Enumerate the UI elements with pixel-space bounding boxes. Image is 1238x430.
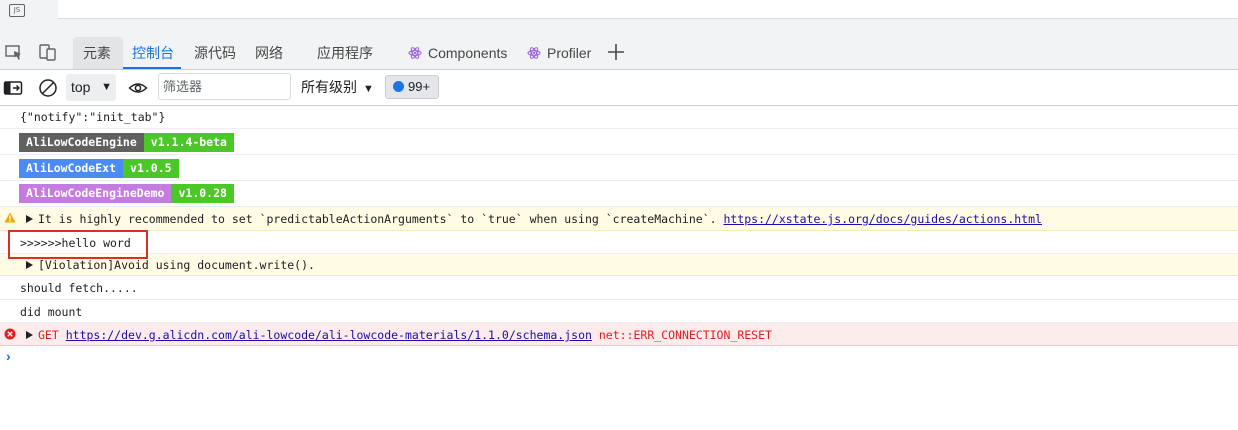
log-text: did mount [20, 305, 83, 319]
schema-link[interactable]: https://dev.g.alicdn.com/ali-lowcode/ali… [66, 328, 592, 342]
expand-triangle-icon[interactable] [26, 215, 33, 223]
context-selector[interactable]: top ▼ [66, 74, 116, 101]
js-file-icon: JS [9, 4, 25, 17]
tab-components-label: Components [428, 45, 508, 61]
badge-name: AliLowCodeExt [19, 159, 124, 178]
chevron-down-icon: ▼ [101, 81, 112, 93]
badge-version: v1.0.28 [171, 184, 234, 203]
console-message: did mount [0, 300, 1238, 323]
violation-text: [Violation]Avoid using document.write(). [38, 258, 315, 272]
tab-sources[interactable]: 源代码 [194, 37, 236, 69]
badge-version: v1.1.4-beta [143, 133, 234, 152]
console-messages: {"notify":"init_tab"} AliLowCodeEngine v1… [0, 106, 1238, 346]
add-tab-plus-icon[interactable] [606, 43, 626, 61]
console-warning: It is highly recommended to set `predict… [0, 207, 1238, 231]
console-message: AliLowCodeEngineDemo v1.0.28 [0, 181, 1238, 207]
message-bubble-icon [393, 81, 404, 92]
log-levels-label: 所有级别 [301, 79, 357, 95]
filter-input[interactable] [158, 73, 291, 100]
console-error: GET https://dev.g.alicdn.com/ali-lowcode… [0, 323, 1238, 346]
log-levels-dropdown[interactable]: 所有级别 ▼ [301, 74, 374, 101]
violation-message[interactable]: [Violation]Avoid using document.write(). [26, 258, 315, 272]
log-text: {"notify":"init_tab"} [20, 110, 166, 124]
version-badge: AliLowCodeEngineDemo v1.0.28 [19, 184, 234, 203]
console-prompt-caret-icon[interactable]: › [6, 348, 11, 364]
page-viewport-strip: JS [0, 0, 1238, 34]
version-badge: AliLowCodeEngine v1.1.4-beta [19, 133, 234, 152]
badge-version: v1.0.5 [123, 159, 179, 178]
console-message: should fetch..... [0, 276, 1238, 300]
inspect-element-icon[interactable] [4, 43, 24, 61]
live-expression-eye-icon[interactable] [128, 78, 148, 98]
docs-link[interactable]: https://xstate.js.org/docs/guides/action… [723, 212, 1042, 226]
console-message: AliLowCodeEngine v1.1.4-beta [0, 129, 1238, 155]
devtools-tabbar: 元素 控制台 源代码 网络 应用程序 Components Profiler [0, 34, 1238, 70]
expand-triangle-icon[interactable] [26, 261, 33, 269]
page-content-area [58, 0, 1238, 19]
tab-elements[interactable]: 元素 [73, 37, 123, 69]
warning-icon [4, 212, 16, 226]
issues-button[interactable]: 99+ [385, 75, 439, 99]
version-badge: AliLowCodeExt v1.0.5 [19, 159, 179, 178]
console-message: AliLowCodeExt v1.0.5 [0, 155, 1238, 181]
error-icon [4, 328, 16, 343]
warning-text: It is highly recommended to set `predict… [38, 212, 717, 226]
chevron-down-icon: ▼ [363, 83, 374, 95]
error-suffix: net::ERR_CONNECTION_RESET [598, 328, 772, 342]
tab-profiler[interactable]: Profiler [527, 37, 591, 69]
device-toolbar-icon[interactable] [38, 43, 58, 61]
expand-triangle-icon[interactable] [26, 331, 33, 339]
react-icon [527, 47, 541, 59]
console-message: >>>>>>hello word [0, 231, 1238, 254]
tab-application[interactable]: 应用程序 [317, 37, 373, 69]
badge-name: AliLowCodeEngineDemo [19, 184, 172, 203]
warning-message[interactable]: It is highly recommended to set `predict… [26, 212, 1042, 226]
tab-console[interactable]: 控制台 [123, 37, 181, 69]
log-text: should fetch..... [20, 281, 138, 295]
tab-components[interactable]: Components [408, 37, 507, 69]
console-message: {"notify":"init_tab"} [0, 106, 1238, 129]
react-icon [408, 47, 422, 59]
console-warning: [Violation]Avoid using document.write(). [0, 254, 1238, 276]
context-value: top [71, 79, 91, 95]
tab-network[interactable]: 网络 [255, 37, 283, 69]
highlight-annotation-box [8, 230, 148, 259]
error-method: GET [38, 328, 59, 342]
tab-profiler-label: Profiler [547, 45, 592, 61]
error-message[interactable]: GET https://dev.g.alicdn.com/ali-lowcode… [26, 328, 772, 342]
badge-name: AliLowCodeEngine [19, 133, 144, 152]
show-sidebar-icon[interactable] [3, 78, 23, 98]
clear-console-icon[interactable] [38, 78, 58, 98]
issues-count: 99+ [408, 79, 431, 94]
